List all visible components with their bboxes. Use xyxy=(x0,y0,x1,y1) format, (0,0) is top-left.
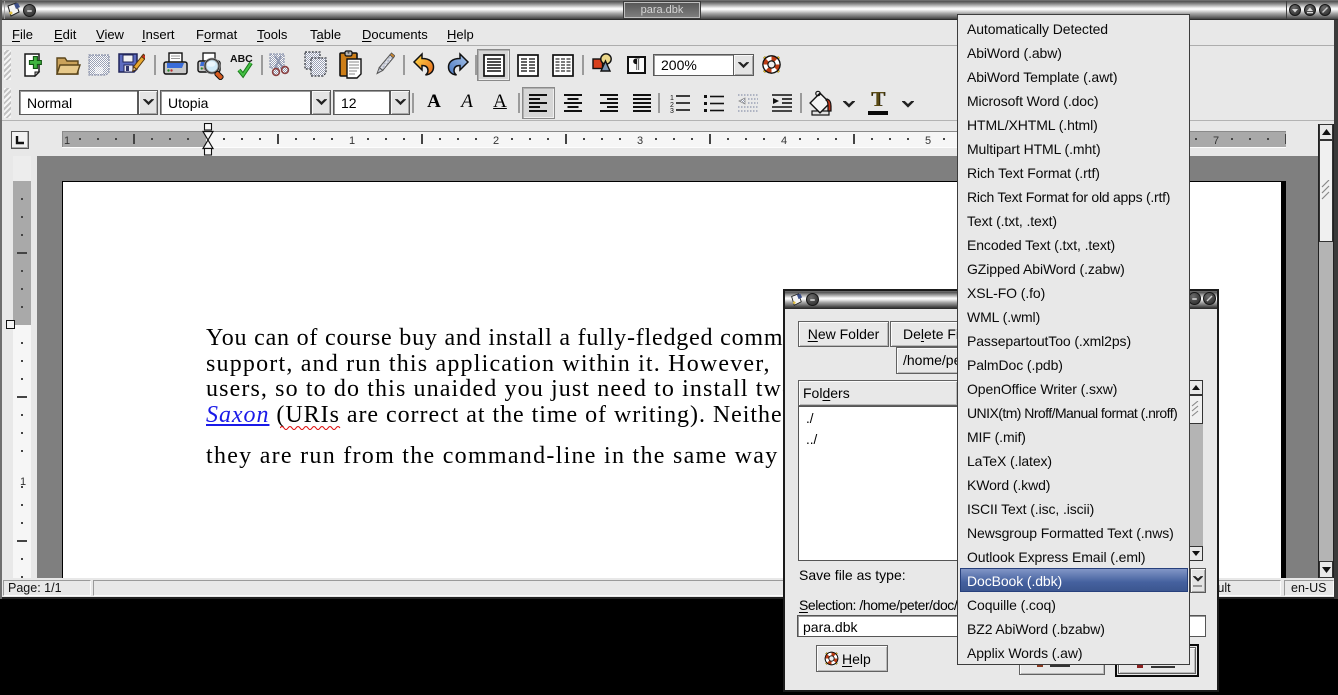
svg-text:2: 2 xyxy=(493,135,499,147)
svg-text:1: 1 xyxy=(20,476,26,488)
svg-text:4: 4 xyxy=(781,135,787,147)
svg-text:3: 3 xyxy=(637,135,643,147)
svg-text:3: 3 xyxy=(670,108,674,113)
svg-text:7: 7 xyxy=(1213,135,1219,147)
svg-text:1: 1 xyxy=(670,95,674,102)
svg-text:5: 5 xyxy=(925,135,931,147)
svg-text:1: 1 xyxy=(64,135,70,147)
svg-text:1: 1 xyxy=(349,135,355,147)
